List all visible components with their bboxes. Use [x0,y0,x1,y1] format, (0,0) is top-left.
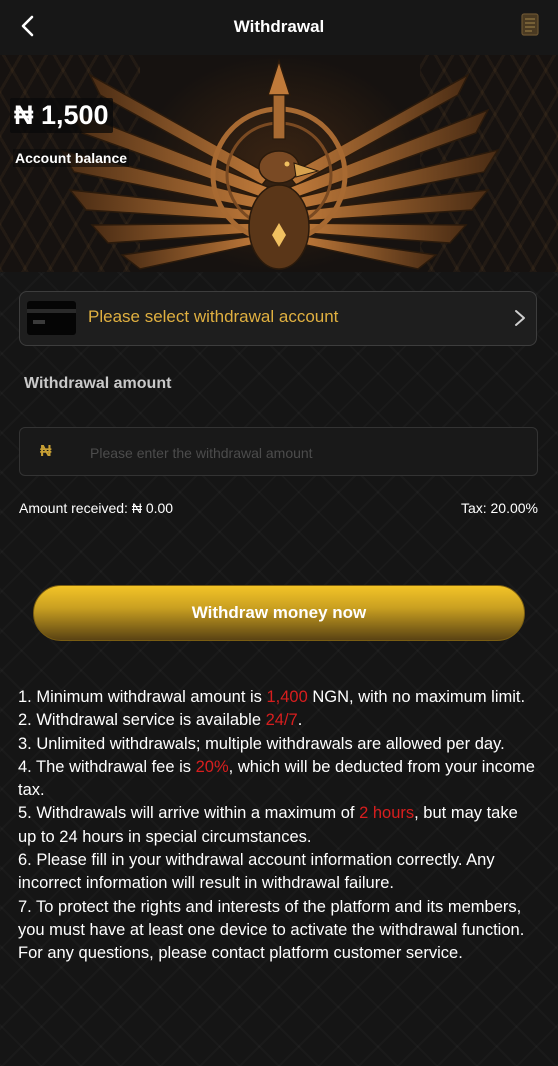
page-title: Withdrawal [233,17,325,36]
rule-6: 6. Please fill in your withdrawal accoun… [18,851,495,893]
rule-2: 2. Withdrawal service is available 24/7. [18,711,303,730]
balance-label: Account balance [13,149,130,167]
withdrawal-records-button[interactable] [520,12,542,38]
top-bar: Withdrawal [0,0,558,55]
rule-highlight: 2 hours [359,804,415,823]
rule-4: 4. The withdrawal fee is 20%, which will… [18,757,535,800]
balance-amount: ₦ 1,500 [10,98,113,133]
withdrawal-account-selector[interactable]: Please select withdrawal account [19,291,537,346]
rule-highlight: 24/7 [265,711,298,730]
withdrawal-amount-label: Withdrawal amount [24,375,172,392]
document-icon [521,13,539,36]
amount-received: Amount received: ₦ 0.00 [19,500,174,516]
bank-card-icon [27,301,76,335]
rule-3: 3. Unlimited withdrawals; multiple withd… [18,734,505,753]
rule-highlight: 20% [195,757,229,776]
withdraw-button[interactable]: Withdraw money now [33,585,525,641]
tax-rate: Tax: 20.00% [460,500,538,516]
rule-highlight: 1,400 [266,688,308,706]
chevron-right-icon [515,310,525,326]
rule-7: 7. To protect the rights and interests o… [18,897,525,939]
rule-5: 5. Withdrawals will arrive within a maxi… [18,804,518,846]
withdrawal-amount-input[interactable] [88,440,522,466]
account-select-placeholder: Please select withdrawal account [88,307,339,326]
withdrawal-amount-field[interactable]: ₦ [19,427,538,476]
rule-contact: For any questions, please contact platfo… [18,944,463,963]
naira-icon: ₦ [40,443,52,460]
withdrawal-rules: 1. Minimum withdrawal amount is 1,400 NG… [18,686,538,966]
rule-1: 1. Minimum withdrawal amount is 1,400 NG… [18,688,526,706]
